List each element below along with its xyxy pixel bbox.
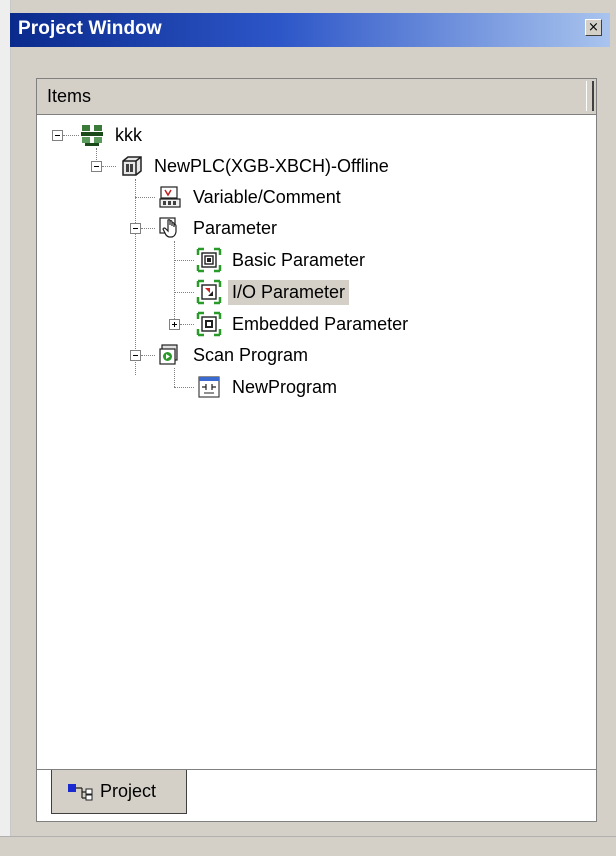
- tree-node-kkk[interactable]: kkk: [79, 120, 146, 150]
- plc-icon: [122, 156, 142, 176]
- project-window: Project Window × Items kkk NewPLC(XGB-XB…: [0, 0, 616, 856]
- expand-toggle-embedded-parameter[interactable]: [169, 319, 180, 330]
- tree-connector: [174, 292, 194, 293]
- tree-node-embedded-parameter[interactable]: Embedded Parameter: [196, 309, 412, 339]
- tree-node-io-parameter[interactable]: I/O Parameter: [196, 277, 350, 307]
- project-icon: [81, 125, 103, 146]
- tab-bar: Project: [36, 770, 597, 822]
- tree-node-variable-comment[interactable]: Variable/Comment: [157, 182, 345, 212]
- tree-node-label: Parameter: [193, 217, 278, 238]
- tree-node-label: I/O Parameter: [228, 279, 350, 305]
- project-tree-icon: [68, 783, 93, 800]
- tree-node-label: Variable/Comment: [193, 186, 341, 207]
- close-button[interactable]: ×: [585, 19, 602, 36]
- tree-connector: [102, 166, 116, 167]
- tree-node-newprogram[interactable]: NewProgram: [196, 372, 341, 402]
- left-edge-strip: [0, 0, 11, 856]
- program-icon: [198, 376, 220, 398]
- tree-connector: [141, 355, 155, 356]
- items-column-header[interactable]: Items: [37, 79, 596, 115]
- tree-connector: [174, 260, 194, 261]
- tree-node-newplc[interactable]: NewPLC(XGB-XBCH)-Offline: [118, 151, 393, 181]
- tree-connector: [174, 368, 175, 387]
- tab-project-label: Project: [100, 781, 157, 801]
- tree-connector: [135, 197, 155, 198]
- tree-connector: [141, 228, 155, 229]
- scan-program-icon: [159, 344, 178, 365]
- tree-connector: [135, 179, 136, 375]
- tree-connector: [63, 135, 79, 136]
- collapse-toggle-scan-program[interactable]: [130, 350, 141, 361]
- tab-project[interactable]: Project: [51, 770, 187, 814]
- tree-node-label: NewProgram: [232, 376, 338, 397]
- basic-parameter-icon: [196, 247, 222, 273]
- tree-node-basic-parameter[interactable]: Basic Parameter: [196, 245, 369, 275]
- collapse-toggle-parameter[interactable]: [130, 223, 141, 234]
- collapse-toggle-newplc[interactable]: [91, 161, 102, 172]
- column-resize-handle[interactable]: [586, 81, 594, 111]
- project-tree: kkk NewPLC(XGB-XBCH)-Offline Variable/Co…: [37, 115, 596, 765]
- parameter-hand-icon: [159, 217, 177, 238]
- tree-connector: [174, 241, 175, 329]
- tree-node-label: Basic Parameter: [232, 249, 366, 270]
- tree-panel: Items kkk NewPLC(XGB-XBCH)-Offline Varia…: [36, 78, 597, 770]
- title-bar[interactable]: Project Window ×: [10, 13, 610, 47]
- embedded-parameter-icon: [196, 311, 222, 337]
- window-bottom-edge: [0, 836, 616, 856]
- tree-node-label: NewPLC(XGB-XBCH)-Offline: [154, 155, 389, 176]
- tree-node-label: Embedded Parameter: [232, 313, 409, 334]
- tree-connector: [174, 387, 194, 388]
- variable-comment-icon: [159, 186, 181, 208]
- io-parameter-icon: [196, 279, 222, 305]
- collapse-toggle-kkk[interactable]: [52, 130, 63, 141]
- items-header-label: Items: [47, 86, 92, 106]
- tree-node-label: Scan Program: [193, 344, 309, 365]
- close-icon: ×: [588, 20, 599, 35]
- window-title: Project Window: [18, 18, 162, 39]
- tree-node-label: kkk: [115, 124, 142, 145]
- tree-node-scan-program[interactable]: Scan Program: [157, 340, 312, 370]
- tree-connector: [180, 324, 194, 325]
- tree-node-parameter[interactable]: Parameter: [157, 213, 281, 243]
